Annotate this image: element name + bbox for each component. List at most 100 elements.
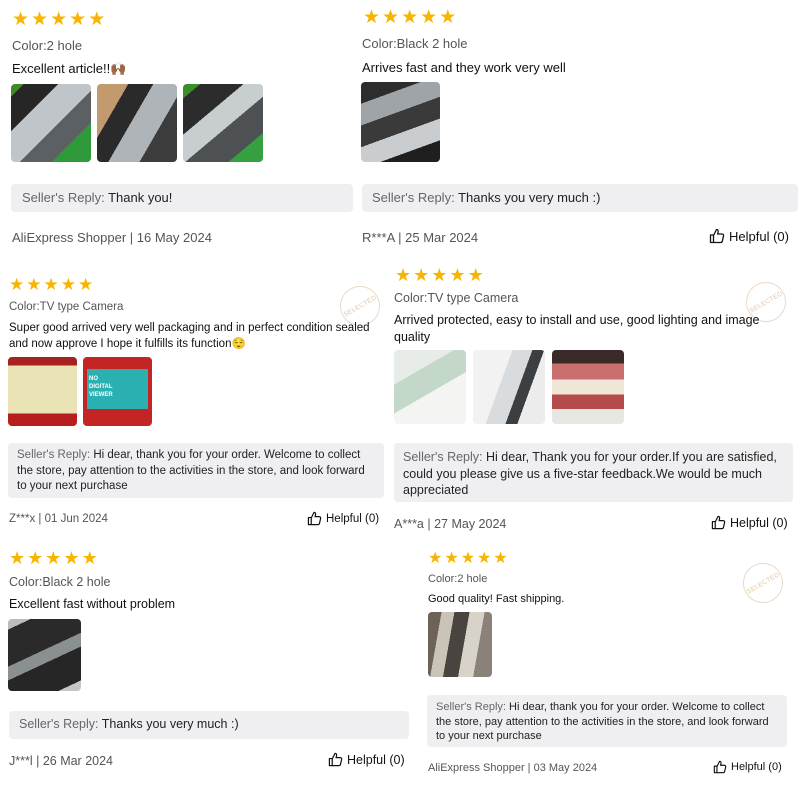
review-photo[interactable] [361, 82, 440, 162]
rating-stars: ★ ★ ★ ★ ★ [9, 549, 98, 567]
helpful-count: Helpful (0) [326, 512, 380, 525]
review-photo[interactable] [8, 619, 81, 691]
seller-reply-label: Seller's Reply: [22, 190, 105, 205]
review-author-date: A***a | 27 May 2024 [394, 517, 507, 531]
star-icon: ★ [31, 9, 49, 30]
star-icon: ★ [60, 275, 76, 294]
review-card: ★ ★ ★ ★ ★ Color:2 hole Excellent article!!🙌🏾… [0, 0, 355, 255]
review-card: ★ ★ ★ ★ ★ Color:Black 2 hole Arrives fast an… [355, 0, 800, 255]
review-author-date: R***A | 25 Mar 2024 [362, 230, 479, 245]
thumb-caption: NO DIGITAL VIEWER [89, 376, 113, 398]
review-photo[interactable] [428, 612, 492, 677]
star-icon: ★ [431, 265, 448, 285]
seller-reply: Seller's Reply: Thanks you very much :) [9, 711, 409, 739]
review-author-date: Z***x | 01 Jun 2024 [9, 513, 108, 525]
helpful-button[interactable]: Helpful (0) [307, 511, 379, 526]
star-icon: ★ [401, 7, 419, 28]
review-photos: NO DIGITAL VIEWER [8, 357, 152, 426]
thumbs-up-icon [709, 228, 725, 244]
helpful-count: Helpful (0) [347, 752, 405, 767]
seller-reply-label: Seller's Reply: [372, 190, 455, 205]
helpful-button[interactable]: Helpful (0) [328, 752, 405, 767]
product-variant: Color:Black 2 hole [362, 36, 468, 51]
helpful-count: Helpful (0) [730, 515, 788, 530]
review-photo[interactable] [394, 350, 466, 424]
review-photo[interactable] [11, 84, 91, 162]
star-icon: ★ [63, 548, 80, 568]
seller-reply: Seller's Reply: Hi dear, thank you for y… [427, 695, 787, 747]
seller-reply-label: Seller's Reply: [436, 701, 506, 713]
seller-reply: Seller's Reply: Hi dear, Thank you for y… [394, 443, 793, 502]
star-icon: ★ [444, 550, 459, 567]
review-photo[interactable]: NO DIGITAL VIEWER [83, 357, 152, 426]
star-icon: ★ [493, 550, 508, 567]
seller-reply-label: Seller's Reply: [17, 449, 91, 461]
review-photos [11, 84, 263, 162]
seller-reply: Seller's Reply: Thank you! [11, 184, 353, 212]
star-icon: ★ [12, 9, 30, 30]
helpful-button[interactable]: Helpful (0) [711, 515, 788, 530]
star-icon: ★ [395, 265, 412, 285]
review-photo[interactable] [8, 357, 77, 426]
product-variant: Color:TV type Camera [394, 291, 519, 305]
star-icon: ★ [467, 265, 484, 285]
seller-reply-text: Thanks you very much :) [101, 717, 239, 731]
rating-stars: ★ ★ ★ ★ ★ [395, 266, 484, 284]
review-photo[interactable] [183, 84, 263, 162]
product-variant: Color:Black 2 hole [9, 575, 111, 589]
star-icon: ★ [449, 265, 466, 285]
rating-stars: ★ ★ ★ ★ ★ [9, 276, 93, 293]
review-text: Good quality! Fast shipping. [428, 593, 565, 605]
star-icon: ★ [363, 7, 381, 28]
star-icon: ★ [26, 275, 42, 294]
helpful-count: Helpful (0) [731, 761, 782, 773]
review-text: Arrives fast and they work very well [362, 60, 566, 75]
review-text: Excellent fast without problem [9, 597, 176, 611]
review-photos [8, 619, 81, 691]
review-photos [361, 82, 440, 162]
star-icon: ★ [78, 275, 94, 294]
review-photo[interactable] [473, 350, 545, 424]
star-icon: ★ [477, 550, 492, 567]
thumbs-up-icon [307, 511, 322, 526]
thumbs-up-icon [713, 760, 727, 774]
seller-reply-text: Thank you! [108, 190, 173, 205]
star-icon: ★ [9, 275, 25, 294]
star-icon: ★ [428, 550, 443, 567]
review-photo[interactable] [552, 350, 624, 424]
product-variant: Color:2 hole [12, 38, 83, 53]
helpful-count: Helpful (0) [729, 228, 789, 244]
helpful-button[interactable]: Helpful (0) [709, 228, 789, 244]
review-text: Excellent article!!🙌🏾 [12, 61, 127, 76]
star-icon: ★ [69, 9, 87, 30]
review-photo[interactable] [97, 84, 177, 162]
review-card: ★ ★ ★ ★ ★ Color:Black 2 hole Excellent fast … [0, 545, 420, 787]
review-author-date: J***l | 26 Mar 2024 [9, 754, 113, 768]
star-icon: ★ [382, 7, 400, 28]
review-text: Super good arrived very well packaging a… [9, 322, 370, 350]
review-author-date: AliExpress Shopper | 16 May 2024 [12, 230, 212, 245]
star-icon: ★ [27, 548, 44, 568]
star-icon: ★ [88, 9, 106, 30]
review-photos [394, 350, 624, 424]
helpful-button[interactable]: Helpful (0) [713, 760, 782, 774]
selected-stamp: SELECTED [735, 555, 791, 611]
star-icon: ★ [45, 548, 62, 568]
review-card: ★ ★ ★ ★ ★ SELECTED Color:TV type Camera Arri… [390, 262, 800, 540]
product-variant: Color:2 hole [428, 573, 488, 585]
review-photos [428, 612, 492, 677]
seller-reply: Seller's Reply: Thanks you very much :) [362, 184, 798, 212]
review-card: ★ ★ ★ ★ ★ SELECTED Color:2 hole Good quality… [420, 545, 800, 787]
star-icon: ★ [81, 548, 98, 568]
review-author-date: AliExpress Shopper | 03 May 2024 [428, 762, 598, 774]
rating-stars: ★ ★ ★ ★ ★ [428, 551, 508, 567]
star-icon: ★ [439, 7, 457, 28]
seller-reply-label: Seller's Reply: [19, 717, 99, 731]
product-variant: Color:TV type Camera [9, 301, 124, 313]
star-icon: ★ [413, 265, 430, 285]
thumbs-up-icon [711, 515, 726, 530]
review-card: ★ ★ ★ ★ ★ SELECTED Color:TV type Camera Supe… [0, 268, 390, 538]
seller-reply-text: Thanks you very much :) [458, 190, 601, 205]
star-icon: ★ [43, 275, 59, 294]
rating-stars: ★ ★ ★ ★ ★ [12, 10, 105, 29]
